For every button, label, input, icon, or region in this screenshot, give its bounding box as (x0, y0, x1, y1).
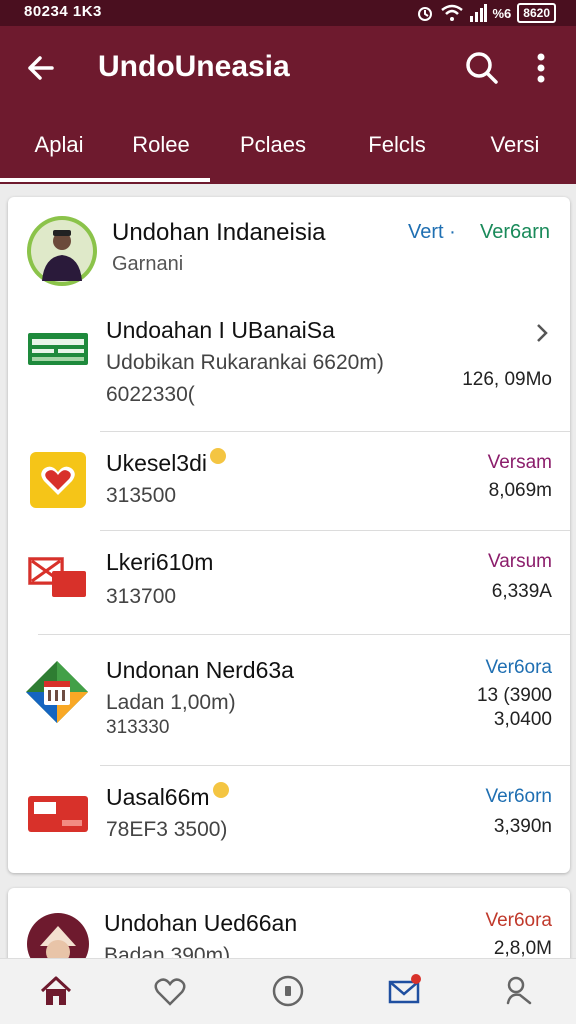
header-row[interactable]: Undohan Indaneisia Garnani Vert · Ver6ar… (8, 197, 570, 301)
item-title: Undonan Nerd63a (106, 657, 294, 683)
tab-indicator (0, 178, 210, 182)
wifi-icon (440, 4, 463, 21)
item-value: 13 (3900 (476, 685, 552, 706)
item-version-link[interactable]: Versam (428, 452, 552, 474)
item-title: Uasal66m (106, 782, 229, 811)
item-subtitle: Udobikan Rukarankai 6620m) (106, 351, 384, 374)
tab-bar: Aplai Rolee Pclaes Felcls Versi (0, 118, 576, 184)
back-arrow-icon[interactable] (22, 48, 62, 88)
heart-app-icon (30, 452, 86, 508)
list-item[interactable]: Ukesel3di 313500 Versam 8,069m (8, 432, 570, 530)
bottom-nav (0, 958, 576, 1024)
status-icons: %6 8620 (415, 3, 556, 23)
item-subtitle: 313700 (106, 585, 177, 608)
emoji-icon (210, 448, 226, 464)
header-title: Undohan Indaneisia (112, 219, 326, 246)
list-item[interactable]: Lkeri610m 313700 Varsum 6,339A (8, 531, 570, 634)
tab-versi[interactable]: Versi (476, 132, 554, 158)
lock-circle-icon[interactable] (270, 973, 306, 1009)
header-subtitle: Garnani (112, 253, 184, 275)
tab-aplai[interactable]: Aplai (18, 132, 100, 158)
list-item[interactable]: Undoahan I UBanaiSa Udobikan Rukarankai … (8, 301, 570, 431)
item-value: 2,8,0M (493, 938, 552, 959)
item-detail: 6022330( (106, 383, 195, 406)
item-detail: 313330 (106, 717, 170, 738)
item-title: Undoahan I UBanaiSa (106, 317, 335, 343)
home-icon[interactable] (38, 973, 74, 1009)
calendar-app-icon (26, 661, 88, 723)
tab-pclaes[interactable]: Pclaes (230, 132, 316, 158)
item-subtitle: Ladan 1,00m) (106, 691, 236, 714)
item-subtitle: 313500 (106, 484, 177, 507)
item-value-secondary: 3,0400 (493, 709, 552, 730)
item-version-link[interactable]: Ver6ora (428, 910, 552, 932)
item-title: Ukesel3di (106, 448, 226, 477)
item-title: Lkeri610m (106, 549, 214, 575)
cell-signal-icon (469, 4, 487, 22)
signal-text: %6 (492, 5, 512, 21)
status-time: 80234 1K3 (24, 3, 102, 20)
item-title: Undohan Ued66an (104, 910, 298, 936)
list-item[interactable]: Uasal66m 78EF3 3500) Ver6orn 3,390n (8, 766, 570, 873)
item-version-link[interactable]: Ver6orn (428, 786, 552, 808)
emoji-icon (212, 782, 229, 798)
item-subtitle: 78EF3 3500) (106, 818, 228, 841)
item-value: 8,069m (488, 480, 552, 501)
page-title: UndoUneasia (98, 50, 290, 83)
heart-icon[interactable] (152, 973, 188, 1009)
more-vert-icon[interactable] (524, 48, 558, 88)
tab-rolee[interactable]: Rolee (122, 132, 200, 158)
mail-icon[interactable] (386, 973, 422, 1009)
header-link-version[interactable]: Ver6arn (480, 221, 550, 244)
item-title-text: Uasal66m (106, 784, 210, 810)
status-bar: 80234 1K3 %6 8620 (0, 0, 576, 26)
tab-felcls[interactable]: Felcls (356, 132, 438, 158)
card-app-icon (28, 796, 88, 832)
chevron-right-icon[interactable] (534, 321, 550, 345)
app-bar: UndoUneasia Aplai Rolee Pclaes Felcls Ve… (0, 26, 576, 184)
profile-icon[interactable] (500, 973, 536, 1009)
alarm-icon (417, 7, 432, 21)
item-value: 6,339A (491, 581, 552, 602)
list-item[interactable]: Undonan Nerd63a Ladan 1,00m) 313330 Ver6… (8, 635, 570, 765)
search-icon[interactable] (462, 48, 502, 88)
header-link-vert[interactable]: Vert · (408, 221, 456, 244)
item-version-link[interactable]: Varsum (428, 551, 552, 573)
mail-app-icon (28, 557, 86, 597)
item-value: 126, 09Mo (462, 369, 552, 390)
item-version-link[interactable]: Ver6ora (428, 657, 552, 679)
battery-indicator: 8620 (517, 3, 556, 23)
banknote-icon (28, 333, 88, 365)
item-value: 3,390n (493, 816, 552, 837)
item-title-text: Ukesel3di (106, 450, 207, 476)
app-list-card: Undohan Indaneisia Garnani Vert · Ver6ar… (8, 197, 570, 873)
avatar (27, 216, 97, 286)
